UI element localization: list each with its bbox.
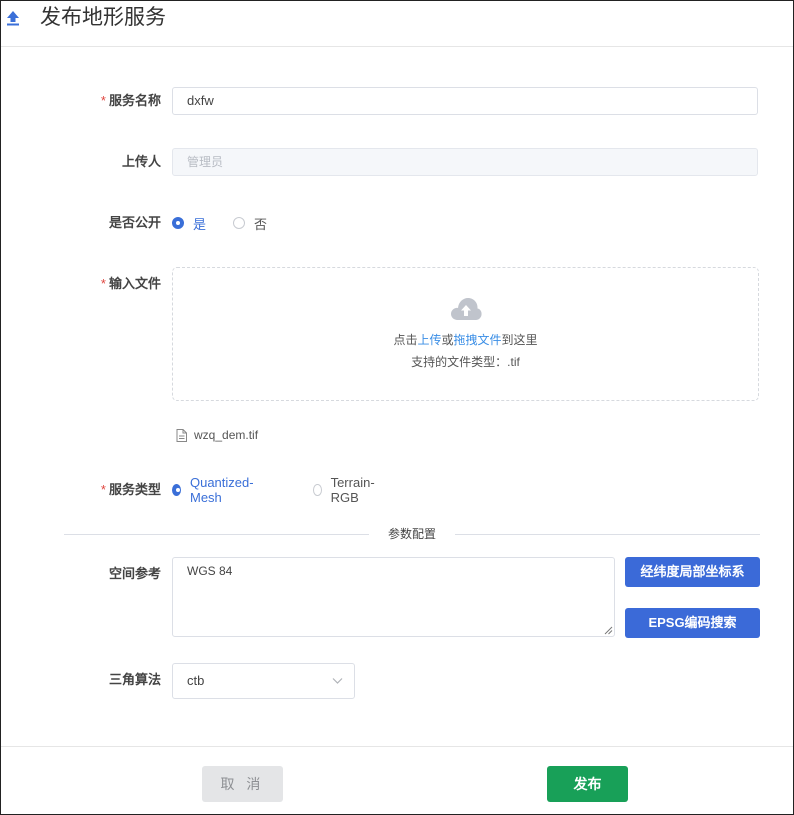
service-name-input[interactable]: dxfw [172, 87, 758, 115]
service-type-label: * 服务类型 [100, 482, 161, 497]
dialog-header: 发布地形服务 [1, 1, 793, 47]
upload-link[interactable]: 上传 [417, 333, 441, 347]
radio-public-no[interactable]: 否 [233, 214, 267, 232]
dialog-title: 发布地形服务 [40, 6, 166, 29]
radio-terrain-rgb[interactable]: Terrain-RGB [313, 475, 378, 505]
radio-dot [172, 217, 184, 229]
dialog-footer: 取 消 发布 [1, 746, 793, 814]
uploaded-file-name: wzq_dem.tif [194, 428, 259, 442]
cancel-button[interactable]: 取 消 [202, 766, 283, 802]
radio-dot [233, 217, 245, 229]
chevron-down-icon [332, 678, 343, 684]
parameter-config-divider: 参数配置 [387, 527, 436, 541]
triangulation-select[interactable]: ctb [172, 663, 355, 699]
local-coordinate-system-button[interactable]: 经纬度局部坐标系 [625, 557, 760, 587]
radio-quantized-mesh[interactable]: Quantized-Mesh [172, 475, 257, 505]
drag-file-link[interactable]: 拖拽文件 [454, 333, 502, 347]
spatial-reference-textarea[interactable]: WGS 84 [172, 557, 615, 637]
file-upload-dropzone[interactable]: 点击上传或拖拽文件到这里 支持的文件类型：.tif [172, 267, 759, 401]
required-asterisk: * [100, 276, 106, 291]
divider-line-right [455, 534, 760, 535]
required-asterisk: * [100, 93, 106, 108]
triangulation-label: 三角算法 [108, 672, 161, 687]
uploader-input: 管理员 [172, 148, 758, 176]
publish-button[interactable]: 发布 [547, 766, 628, 802]
publish-terrain-dialog: 发布地形服务 * 服务名称 dxfw 上传人 管理员 是否公开 是 否 * 输入文件… [0, 0, 794, 815]
is-public-label: 是否公开 [108, 215, 161, 230]
uploader-label: 上传人 [121, 154, 161, 169]
required-asterisk: * [100, 482, 106, 497]
epsg-search-button[interactable]: EPSG编码搜索 [625, 608, 760, 638]
resize-grip-icon[interactable] [604, 626, 613, 635]
cloud-upload-icon [451, 298, 482, 320]
supported-types-text: 支持的文件类型：.tif [411, 355, 520, 369]
radio-dot [172, 484, 181, 496]
radio-public-yes[interactable]: 是 [172, 214, 206, 232]
uploaded-file-item[interactable]: wzq_dem.tif [176, 427, 258, 443]
upload-hint: 点击上传或拖拽文件到这里 [393, 333, 538, 347]
document-icon [176, 428, 187, 442]
service-name-label: * 服务名称 [100, 93, 161, 108]
input-file-label: * 输入文件 [100, 276, 161, 291]
divider-line-left [64, 534, 369, 535]
upload-arrow-icon [7, 11, 19, 26]
spatial-reference-label: 空间参考 [108, 566, 161, 581]
radio-dot [313, 484, 322, 496]
